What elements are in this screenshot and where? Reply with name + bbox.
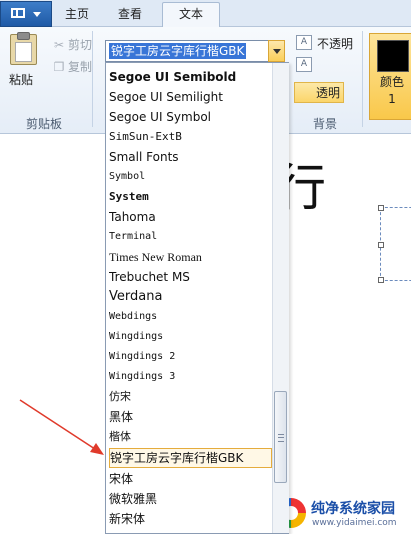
- font-dropdown-arrow-button[interactable]: [268, 40, 285, 62]
- paste-label: 粘贴: [9, 73, 34, 87]
- color-1-swatch: [377, 40, 409, 72]
- app-menu-icon: [11, 8, 25, 18]
- font-dropdown-list: Segoe UI Semibold Segoe UI Semilight Seg…: [105, 62, 289, 534]
- font-list-scrollbar[interactable]: [272, 63, 289, 533]
- font-option[interactable]: Wingdings 2: [109, 347, 272, 367]
- font-option[interactable]: Wingdings 3: [109, 367, 272, 387]
- font-option[interactable]: Segoe UI Semibold: [109, 67, 272, 87]
- paste-icon: [10, 32, 37, 65]
- font-option[interactable]: SimSun-ExtB: [109, 127, 272, 147]
- app-menu-button[interactable]: [0, 1, 52, 27]
- resize-handle[interactable]: [378, 242, 384, 248]
- ribbon-tab-strip: 主页 查看 文本: [0, 0, 411, 27]
- transparent-option[interactable]: 透明: [294, 82, 345, 103]
- grip-icon: [278, 434, 284, 442]
- copy-button[interactable]: ❐ 复制: [52, 58, 92, 75]
- group-divider: [92, 31, 93, 127]
- opaque-option[interactable]: 不透明: [317, 35, 353, 52]
- resize-handle[interactable]: [378, 205, 384, 211]
- opaque-icon: A: [296, 35, 312, 50]
- font-option[interactable]: Verdana: [109, 287, 272, 307]
- font-option[interactable]: Webdings: [109, 307, 272, 327]
- font-option[interactable]: Tahoma: [109, 207, 272, 227]
- watermark-url: www.yidaimei.com: [312, 518, 397, 528]
- color-1-button[interactable]: 颜色 1: [369, 33, 411, 120]
- font-option[interactable]: System: [109, 187, 272, 207]
- font-option[interactable]: 楷体: [109, 427, 272, 447]
- font-option[interactable]: 黑体: [109, 407, 272, 427]
- group-divider: [362, 31, 363, 127]
- clipboard-group-label: 剪贴板: [26, 117, 63, 131]
- transparent-label: 透明: [316, 86, 341, 100]
- resize-handle[interactable]: [378, 277, 384, 283]
- font-option[interactable]: Wingdings: [109, 327, 272, 347]
- background-group-label: 背景: [313, 117, 338, 131]
- font-option[interactable]: Times New Roman: [109, 247, 272, 267]
- font-option[interactable]: Segoe UI Symbol: [109, 107, 272, 127]
- copy-label: 复制: [68, 60, 93, 74]
- text-box-frame[interactable]: [378, 205, 411, 283]
- font-option[interactable]: Trebuchet MS: [109, 267, 272, 287]
- tab-text[interactable]: 文本: [162, 2, 220, 27]
- cut-label: 剪切: [68, 38, 93, 52]
- font-option[interactable]: Segoe UI Semilight: [109, 87, 272, 107]
- font-option[interactable]: 宋体: [109, 469, 272, 489]
- font-family-input[interactable]: 锐字工房云字库行楷GBK: [109, 43, 247, 59]
- font-option[interactable]: 新宋体: [109, 509, 272, 529]
- font-family-combobox[interactable]: 锐字工房云字库行楷GBK: [105, 40, 285, 62]
- watermark-title: 纯净系统家园: [311, 501, 395, 517]
- scissors-icon: ✂: [53, 38, 65, 52]
- font-option[interactable]: Small Fonts: [109, 147, 272, 167]
- font-option[interactable]: 仿宋: [109, 387, 272, 407]
- tab-home[interactable]: 主页: [57, 3, 97, 25]
- font-option[interactable]: Symbol: [109, 167, 272, 187]
- color-1-label: 颜色 1: [380, 75, 405, 106]
- copy-icon: ❐: [53, 60, 65, 74]
- font-option[interactable]: 微软雅黑: [109, 489, 272, 509]
- font-option[interactable]: Terminal: [109, 227, 272, 247]
- font-option-selected[interactable]: 锐字工房云字库行楷GBK: [109, 448, 272, 468]
- tab-view[interactable]: 查看: [110, 3, 150, 25]
- chevron-down-icon: [33, 12, 41, 17]
- transparent-icon: A: [296, 57, 312, 72]
- cut-button[interactable]: ✂ 剪切: [52, 36, 92, 53]
- scrollbar-thumb[interactable]: [274, 391, 287, 483]
